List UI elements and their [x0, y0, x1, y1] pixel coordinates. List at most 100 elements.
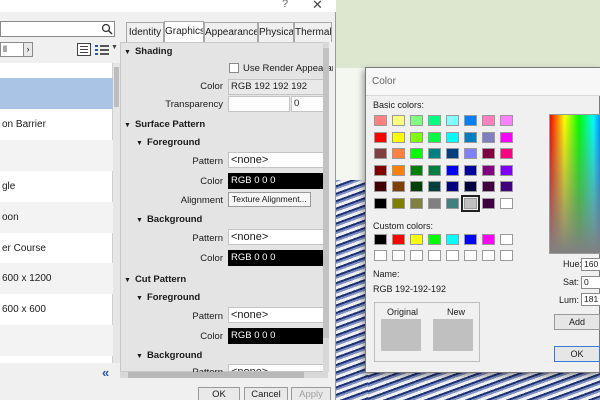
basic-color-swatch[interactable]: [428, 181, 441, 192]
basic-color-swatch[interactable]: [464, 181, 477, 192]
basic-color-swatch[interactable]: [410, 164, 423, 176]
tab-thermal[interactable]: Thermal: [294, 22, 332, 42]
basic-color-swatch[interactable]: [392, 131, 405, 143]
panel-view-icon[interactable]: [77, 43, 91, 56]
basic-color-swatch[interactable]: [500, 197, 513, 209]
basic-color-swatch[interactable]: [464, 115, 477, 126]
basic-color-swatch[interactable]: [500, 164, 513, 176]
material-row[interactable]: 600 x 1200: [0, 263, 113, 294]
basic-color-swatch[interactable]: [446, 164, 459, 176]
cut-bg-pattern-field[interactable]: <none>: [228, 364, 325, 372]
cut-fg-pattern-field[interactable]: <none>: [228, 307, 325, 323]
basic-color-swatch[interactable]: [410, 181, 423, 192]
basic-color-swatch[interactable]: [392, 115, 405, 126]
list-view-icon[interactable]: [95, 43, 109, 56]
basic-color-swatch[interactable]: [410, 197, 423, 209]
close-button[interactable]: ✕: [312, 0, 323, 13]
material-list-scrollbar[interactable]: [113, 63, 120, 363]
basic-color-swatch[interactable]: [410, 131, 423, 143]
custom-color-swatch[interactable]: [410, 250, 423, 261]
basic-color-swatch[interactable]: [482, 115, 495, 126]
basic-color-swatch[interactable]: [392, 197, 405, 209]
material-row[interactable]: gle: [0, 171, 113, 202]
custom-color-swatch[interactable]: [410, 234, 423, 245]
add-custom-color-button[interactable]: Add: [554, 314, 600, 330]
material-row[interactable]: [0, 325, 113, 356]
custom-color-swatch[interactable]: [374, 250, 387, 261]
custom-color-swatch[interactable]: [392, 234, 405, 245]
tab-graphics[interactable]: Graphics: [164, 21, 204, 43]
custom-color-swatch[interactable]: [392, 250, 405, 261]
material-row[interactable]: [0, 140, 113, 171]
basic-color-swatch[interactable]: [374, 197, 387, 209]
ok-button[interactable]: OK: [198, 387, 240, 400]
basic-color-swatch[interactable]: [464, 148, 477, 159]
scrollbar-thumb[interactable]: [323, 48, 329, 338]
library-filter-dropdown[interactable]: ll ›: [0, 42, 33, 57]
basic-color-swatch[interactable]: [482, 197, 495, 209]
basic-color-swatch[interactable]: [446, 197, 459, 209]
cut-pattern-section-header[interactable]: ▼ Cut Pattern: [124, 274, 186, 285]
scrollbar-thumb[interactable]: [128, 372, 304, 378]
basic-color-swatch[interactable]: [446, 115, 459, 126]
basic-color-swatch[interactable]: [500, 115, 513, 126]
chevron-down-icon[interactable]: ▼: [111, 44, 118, 51]
basic-color-swatch[interactable]: [482, 148, 495, 159]
basic-color-swatch[interactable]: [392, 181, 405, 192]
custom-color-swatch[interactable]: [428, 234, 441, 245]
shading-section-header[interactable]: ▼ Shading: [124, 46, 172, 57]
basic-color-swatch[interactable]: [482, 181, 495, 192]
basic-color-swatch[interactable]: [428, 148, 441, 159]
custom-color-swatch[interactable]: [500, 250, 513, 261]
tab-physical[interactable]: Physical: [258, 22, 294, 42]
basic-color-swatch[interactable]: [446, 181, 459, 192]
search-input[interactable]: [0, 21, 115, 37]
basic-color-swatch[interactable]: [482, 164, 495, 176]
apply-button[interactable]: Apply: [291, 387, 331, 400]
sat-input[interactable]: 0: [581, 276, 600, 289]
shading-color-field[interactable]: RGB 192 192 192: [228, 79, 325, 95]
basic-color-swatch[interactable]: [428, 131, 441, 143]
material-row-selected[interactable]: [0, 78, 113, 109]
surface-fg-pattern-field[interactable]: <none>: [228, 152, 325, 168]
basic-color-swatch[interactable]: [410, 148, 423, 159]
transparency-input[interactable]: 0: [291, 96, 325, 112]
basic-color-swatch[interactable]: [446, 131, 459, 143]
surface-background-header[interactable]: ▼ Background: [136, 214, 202, 225]
tab-identity[interactable]: Identity: [126, 22, 164, 42]
tab-appearance[interactable]: Appearance: [204, 22, 258, 42]
custom-color-swatch[interactable]: [446, 250, 459, 261]
properties-scrollbar[interactable]: [323, 42, 329, 372]
custom-color-swatch[interactable]: [374, 234, 387, 245]
basic-color-swatch[interactable]: [461, 194, 480, 212]
horizontal-scrollbar[interactable]: [120, 372, 328, 378]
custom-color-swatch[interactable]: [464, 250, 477, 261]
transparency-slider[interactable]: [228, 96, 290, 112]
material-row[interactable]: on Barrier: [0, 109, 113, 140]
material-row[interactable]: er Course: [0, 233, 113, 264]
basic-color-swatch[interactable]: [392, 148, 405, 159]
surface-bg-pattern-field[interactable]: <none>: [228, 229, 325, 245]
custom-color-swatch[interactable]: [428, 250, 441, 261]
basic-color-swatch[interactable]: [374, 115, 387, 126]
help-button[interactable]: ?: [282, 0, 288, 10]
lum-input[interactable]: 181: [581, 293, 600, 306]
basic-color-swatch[interactable]: [392, 164, 405, 176]
color-spectrum[interactable]: [549, 114, 600, 254]
surface-foreground-header[interactable]: ▼ Foreground: [136, 137, 200, 148]
basic-color-swatch[interactable]: [500, 148, 513, 159]
material-row[interactable]: 600 x 600: [0, 294, 113, 325]
cut-background-header[interactable]: ▼ Background: [136, 350, 202, 361]
material-row[interactable]: oon: [0, 202, 113, 233]
basic-color-swatch[interactable]: [464, 164, 477, 176]
basic-color-swatch[interactable]: [374, 148, 387, 159]
basic-color-swatch[interactable]: [410, 115, 423, 126]
search-icon[interactable]: [101, 23, 113, 35]
surface-fg-color-field[interactable]: RGB 0 0 0: [228, 173, 325, 189]
surface-pattern-section-header[interactable]: ▼ Surface Pattern: [124, 119, 205, 130]
basic-color-swatch[interactable]: [500, 131, 513, 143]
basic-color-swatch[interactable]: [464, 131, 477, 143]
basic-color-swatch[interactable]: [374, 181, 387, 192]
texture-alignment-button[interactable]: Texture Alignment...: [228, 192, 311, 207]
hue-input[interactable]: 160: [581, 258, 600, 271]
